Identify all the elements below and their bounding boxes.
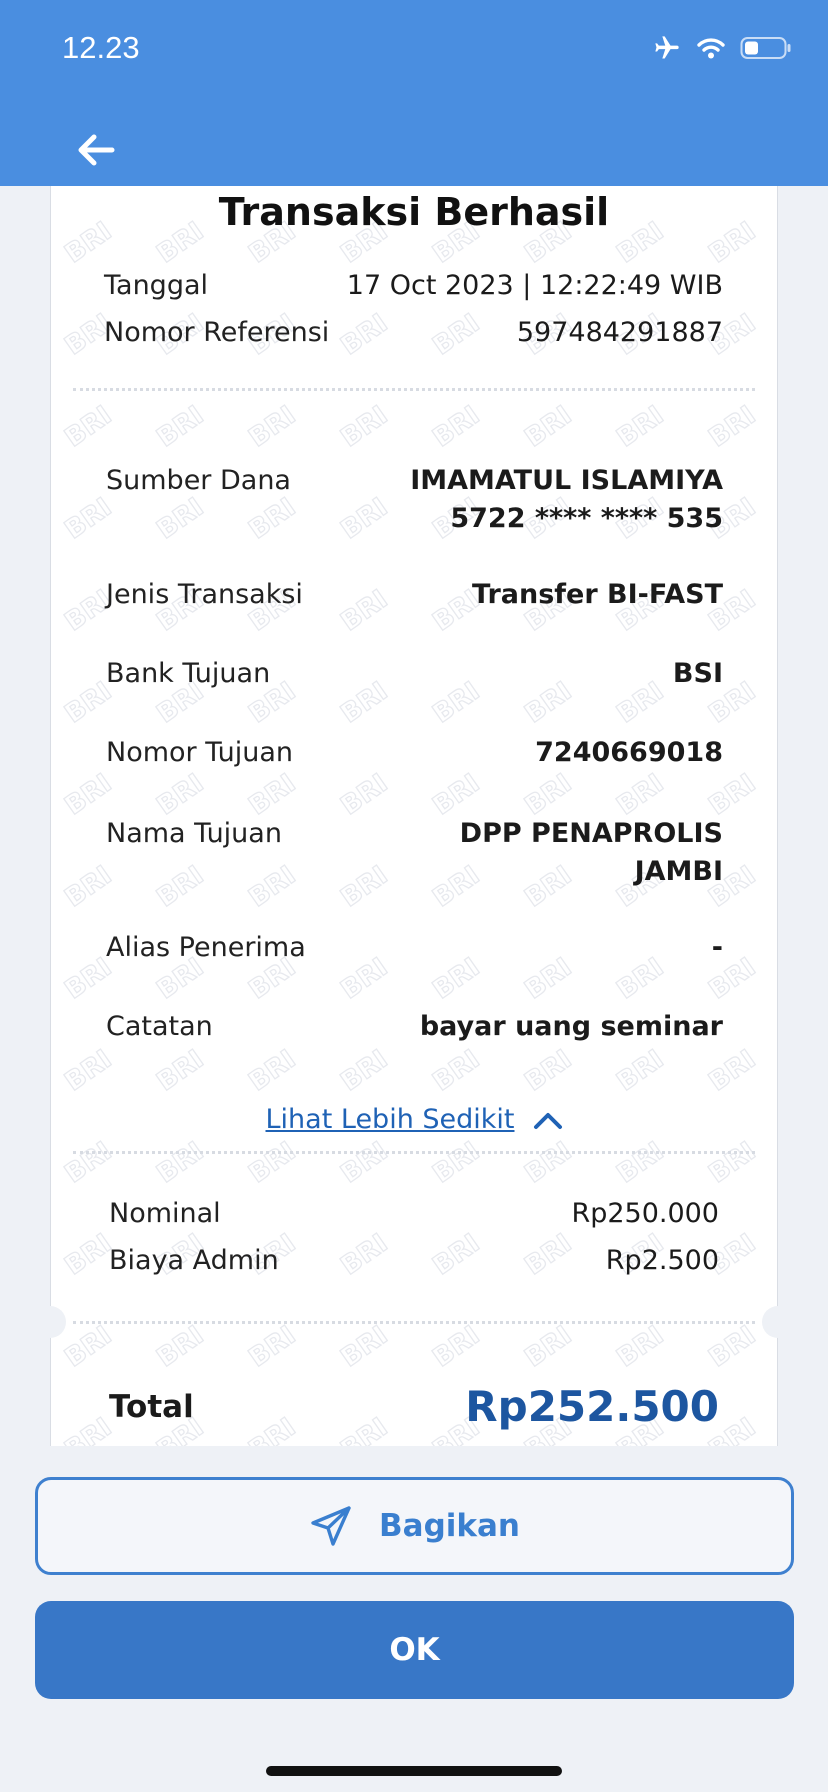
date-row: Tanggal 17 Oct 2023 | 12:22:49 WIB (104, 270, 723, 301)
transaction-type-value: Transfer BI-FAST (472, 579, 723, 610)
share-button[interactable]: Bagikan (35, 1477, 794, 1575)
admin-fee-value: Rp2.500 (605, 1245, 719, 1276)
total-row: Total Rp252.500 (109, 1382, 719, 1431)
recipient-alias-label: Alias Penerima (106, 932, 306, 963)
ok-button-label: OK (389, 1632, 440, 1668)
divider (73, 1151, 755, 1154)
destination-bank-value: BSI (672, 658, 723, 689)
destination-name-line2: JAMBI (634, 856, 723, 887)
receipt-card: Transaksi Berhasil Tanggal 17 Oct 2023 |… (50, 186, 778, 1446)
transaction-receipt-screen: 12.23 Transaksi Berhasil Tanggal 17 Oct … (0, 0, 828, 1792)
recipient-alias-row: Alias Penerima - (106, 932, 723, 963)
airplane-icon (655, 36, 679, 59)
destination-number-row: Nomor Tujuan 7240669018 (106, 737, 723, 768)
nominal-label: Nominal (109, 1198, 221, 1229)
arrow-left-icon (78, 134, 115, 166)
total-label: Total (109, 1388, 194, 1425)
destination-name-line1: DPP PENAPROLIS (459, 818, 723, 849)
total-value: Rp252.500 (465, 1382, 719, 1431)
reference-label: Nomor Referensi (104, 317, 330, 348)
date-value: 17 Oct 2023 | 12:22:49 WIB (346, 270, 723, 301)
destination-name-label: Nama Tujuan (106, 818, 282, 849)
share-button-label: Bagikan (379, 1508, 520, 1544)
note-label: Catatan (106, 1011, 213, 1042)
divider (73, 1321, 755, 1324)
page-title: Transaksi Berhasil (218, 190, 610, 234)
source-name: IMAMATUL ISLAMIYA (410, 465, 723, 496)
destination-name-value: DPP PENAPROLIS JAMBI (460, 815, 723, 891)
destination-bank-label: Bank Tujuan (106, 658, 271, 689)
note-row: Catatan bayar uang seminar (106, 1011, 723, 1042)
source-account: 5722 **** **** 535 (450, 503, 723, 534)
transaction-type-row: Jenis Transaksi Transfer BI-FAST (106, 579, 723, 610)
chevron-up-icon (533, 1112, 562, 1129)
nominal-row: Nominal Rp250.000 (109, 1198, 719, 1229)
admin-fee-row: Biaya Admin Rp2.500 (109, 1245, 719, 1276)
divider (73, 388, 755, 391)
ok-button[interactable]: OK (35, 1601, 794, 1699)
wifi-icon (697, 38, 725, 59)
note-value: bayar uang seminar (419, 1011, 723, 1042)
destination-bank-row: Bank Tujuan BSI (106, 658, 723, 689)
back-button[interactable] (70, 128, 122, 172)
recipient-alias-value: - (711, 932, 723, 963)
app-header: 12.23 (0, 0, 828, 186)
send-icon (311, 1506, 351, 1546)
home-indicator (266, 1766, 562, 1776)
date-label: Tanggal (104, 270, 209, 301)
receipt-notch-left (34, 1306, 66, 1338)
transaction-type-label: Jenis Transaksi (106, 579, 303, 610)
destination-number-value: 7240669018 (535, 737, 723, 768)
admin-fee-label: Biaya Admin (109, 1245, 279, 1276)
status-time: 12.23 (62, 30, 140, 65)
receipt-notch-right (762, 1306, 794, 1338)
source-label: Sumber Dana (106, 465, 291, 496)
battery-icon (740, 37, 791, 59)
status-icons (652, 34, 792, 62)
nominal-value: Rp250.000 (571, 1198, 719, 1229)
source-row: Sumber Dana IMAMATUL ISLAMIYA 5722 **** … (106, 462, 723, 538)
destination-number-label: Nomor Tujuan (106, 737, 293, 768)
reference-row: Nomor Referensi 597484291887 (104, 317, 723, 348)
reference-value: 597484291887 (516, 317, 723, 348)
show-less-toggle[interactable]: Lihat Lebih Sedikit (51, 1104, 777, 1135)
source-value: IMAMATUL ISLAMIYA 5722 **** **** 535 (410, 462, 723, 538)
destination-name-row: Nama Tujuan DPP PENAPROLIS JAMBI (106, 815, 723, 891)
show-less-label: Lihat Lebih Sedikit (265, 1104, 515, 1135)
